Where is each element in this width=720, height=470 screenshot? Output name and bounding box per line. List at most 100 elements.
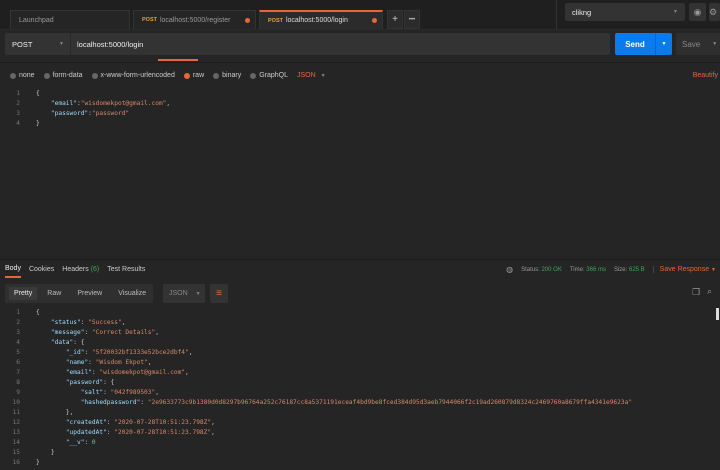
search-icon[interactable]: ⌕ (707, 286, 712, 297)
tab-body[interactable]: Body (5, 261, 21, 278)
method-label: POST (12, 39, 33, 49)
code-token: , (166, 100, 171, 107)
settings-icon[interactable]: ⚙ (709, 3, 720, 21)
more-tabs-button[interactable]: ••• (404, 10, 420, 29)
code-token: "password" (65, 379, 104, 386)
code-text: "password":"password" (36, 109, 129, 119)
chevron-down-icon: ▼ (195, 290, 201, 297)
beautify-button[interactable]: Beautify (693, 72, 718, 79)
tab-label: Launchpad (19, 16, 54, 24)
line-number: 1 (16, 309, 20, 316)
code-token: "updatedAt" (65, 429, 107, 436)
scrollbar[interactable] (716, 308, 719, 320)
format-select[interactable]: JSON ▼ (297, 72, 326, 79)
code-text: }, (36, 408, 73, 418)
copy-icon[interactable]: ❐ (692, 287, 700, 298)
line-number: 2 (16, 319, 20, 326)
format-label: JSON (297, 72, 316, 79)
wrap-lines-icon[interactable]: ≡ (210, 284, 228, 303)
code-token: "password" (91, 110, 130, 117)
view-preview[interactable]: Preview (77, 290, 102, 297)
save-response-label: Save Response (659, 266, 710, 273)
tab-headers[interactable]: Headers (6) (62, 266, 99, 273)
code-text: "updatedAt": "2020-07-28T10:51:23.798Z", (36, 428, 215, 438)
code-line: 8 "password": { (0, 378, 632, 388)
divider (556, 0, 557, 30)
url-input[interactable]: localhost:5000/login (71, 40, 610, 49)
tab-register[interactable]: POST localhost:5000/register (133, 10, 256, 29)
environment-select[interactable]: clikng ▼ (565, 3, 685, 21)
radio-urlencoded[interactable]: x-www-form-urlencoded (91, 72, 175, 79)
line-number: 11 (12, 409, 20, 416)
eye-icon[interactable]: ◉ (689, 3, 706, 21)
method-select[interactable]: POST ▼ (5, 33, 71, 55)
code-token: : (103, 389, 111, 396)
line-number: 1 (16, 90, 20, 97)
url-bar: POST ▼ localhost:5000/login (5, 33, 610, 55)
code-token: "name" (65, 359, 89, 366)
request-body-editor[interactable]: 1{2 "email":"wisdomekpot@gmail.com", 3 "p… (0, 89, 170, 129)
radio-icon (91, 72, 98, 79)
line-number: 13 (12, 429, 20, 436)
chevron-down-icon: ▼ (320, 73, 326, 79)
headers-count: (6) (90, 266, 100, 273)
globe-icon[interactable]: ◍ (506, 265, 513, 274)
code-line: 11 }, (0, 408, 632, 418)
code-text: "email":"wisdomekpot@gmail.com", (36, 99, 170, 109)
code-line: 7 "email": "wisdomekpot@gmail.com", (0, 368, 632, 378)
radio-icon (213, 72, 220, 79)
tab-launchpad[interactable]: Launchpad (10, 10, 130, 29)
radio-icon (43, 72, 50, 79)
chevron-down-icon[interactable]: ▼ (655, 33, 672, 55)
save-response-button[interactable]: Save Response ▼ (652, 266, 716, 273)
code-line: 3 "password":"password" (0, 109, 170, 119)
time: Time: 366 ms (570, 267, 606, 273)
code-text: "data": { (36, 338, 85, 348)
code-text: } (36, 448, 55, 458)
chevron-down-icon: ▼ (712, 41, 718, 47)
view-pretty[interactable]: Pretty (9, 287, 38, 300)
radio-binary[interactable]: binary (213, 72, 241, 79)
tab-test-results[interactable]: Test Results (107, 266, 145, 273)
code-line: 5 "_id": "5f20032bf1333e52bce2dbf4", (0, 348, 632, 358)
line-number: 15 (12, 449, 20, 456)
send-button[interactable]: Send ▼ (615, 33, 672, 55)
radio-graphql[interactable]: GraphQL (250, 72, 288, 79)
response-body-viewer: 1{2 "status": "Success", 3 "message": "Co… (0, 308, 633, 468)
code-line: 1{ (0, 308, 632, 318)
code-line: 4 "data": { (0, 338, 632, 348)
line-number: 3 (16, 110, 20, 117)
new-tab-button[interactable]: + (387, 10, 403, 29)
code-token: "email" (65, 369, 92, 376)
response-format-select[interactable]: JSON ▼ (163, 284, 205, 303)
line-number: 4 (16, 120, 20, 127)
code-token: , (211, 429, 215, 436)
radio-none[interactable]: none (10, 72, 35, 79)
line-number: 7 (16, 369, 20, 376)
view-raw[interactable]: Raw (47, 290, 61, 297)
code-token: { (36, 309, 40, 316)
code-token: } (36, 459, 40, 466)
radio-raw[interactable]: raw (183, 72, 204, 79)
code-token: "Success" (88, 319, 122, 326)
tab-label: Headers (62, 266, 89, 273)
line-number: 9 (16, 389, 20, 396)
code-line: 1{ (0, 89, 170, 99)
code-token: "042f989503" (110, 389, 156, 396)
code-token: "2e9633773c9b1380d0d8297b96764a252c76187… (147, 399, 633, 406)
save-button[interactable]: Save ▼ (676, 33, 720, 55)
radio-form-data[interactable]: form-data (43, 72, 83, 79)
line-number: 6 (16, 359, 20, 366)
code-token: , (185, 369, 189, 376)
view-mode-toggle: Pretty Raw Preview Visualize (5, 284, 153, 303)
tab-cookies[interactable]: Cookies (29, 266, 54, 273)
status-value: 200 OK (541, 266, 562, 273)
code-token: { (36, 90, 40, 97)
line-number: 12 (12, 419, 20, 426)
view-visualize[interactable]: Visualize (118, 290, 146, 297)
code-text: "message": "Correct Details", (36, 328, 159, 338)
tab-login[interactable]: POST localhost:5000/login (259, 10, 383, 29)
